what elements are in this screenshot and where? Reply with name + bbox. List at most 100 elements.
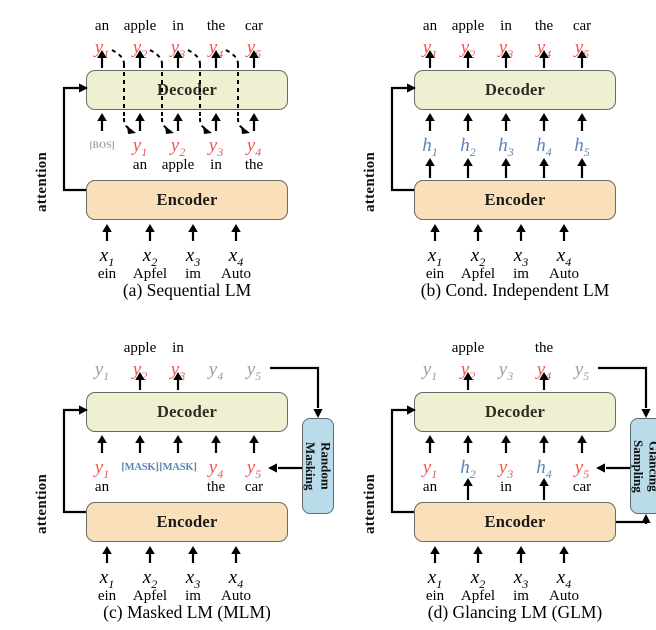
enc-in-token-a-2: x2 (142, 245, 158, 269)
top-word-b-1: an (422, 18, 438, 34)
dec-in-token-b-3: h3 (498, 135, 514, 159)
top-word-a-2: apple (123, 18, 157, 34)
arrow-encoder-in-d-2 (473, 546, 483, 563)
enc-in-token-b-3: x3 (513, 245, 529, 269)
top-word-a-4: the (206, 18, 226, 34)
encoder-box-c: Encoder (86, 502, 288, 542)
arrow-decoder-in-d-5 (577, 435, 587, 453)
top-token-d-3: y3 (498, 359, 514, 383)
dec-in-token-b-4: h4 (536, 135, 552, 159)
arrow-decoder-in-b-2 (463, 113, 473, 131)
dec-in-token-c-5: y5 (246, 457, 262, 481)
dec-in-token-a-5: y4 (246, 135, 262, 159)
sidebox-d[interactable]: Glancing Sampling (630, 418, 656, 514)
arrow-decoder-in-b-5 (577, 113, 587, 131)
panel-caption-b: (b) Cond. Independent LM (420, 280, 610, 300)
attention-label-a: attention (34, 151, 50, 212)
arrow-decoder-in-a-3 (173, 113, 183, 131)
enc-in-token-a-3: x3 (185, 245, 201, 269)
arrow-encoder-in-a-1 (102, 224, 112, 241)
arrow-encoder-out-d-2 (463, 478, 473, 500)
arrow-decoder-in-b-4 (539, 113, 549, 131)
arrow-decoder-in-a-1 (97, 113, 107, 131)
top-word-a-1: an (94, 18, 110, 34)
decoder-box-a: Decoder (86, 70, 288, 110)
decoder-label-a: Decoder (156, 80, 218, 99)
enc-in-token-d-1: x1 (427, 567, 443, 591)
top-token-a-2: y2 (132, 37, 148, 61)
arrow-encoder-out-b-4 (539, 158, 549, 178)
top-token-c-3: y3 (170, 359, 186, 383)
panel-caption-a: (a) Sequential LM (122, 280, 252, 300)
arrow-encoder-in-c-3 (188, 546, 198, 563)
top-word-d-4: the (534, 340, 554, 356)
arrow-decoder-in-c-3 (173, 435, 183, 453)
dec-in-token-a-4: y3 (208, 135, 224, 159)
top-token-b-3: y3 (498, 37, 514, 61)
encoder-label-a: Encoder (156, 190, 218, 209)
dec-in-word-d-3: in (500, 479, 512, 495)
attention-label-b: attention (362, 151, 378, 212)
arrow-encoder-in-a-4 (231, 224, 241, 241)
decoder-box-c: Decoder (86, 392, 288, 432)
arrow-encoder-in-d-1 (430, 546, 440, 563)
dec-in-token-b-2: h2 (460, 135, 476, 159)
decoder-box-d: Decoder (414, 392, 616, 432)
encoder-box-a: Encoder (86, 180, 288, 220)
decoder-box-b: Decoder (414, 70, 616, 110)
arrow-encoder-in-c-4 (231, 546, 241, 563)
arrow-encoder-out-b-5 (577, 158, 587, 178)
decoder-label-b: Decoder (484, 80, 546, 99)
arrow-decoder-in-b-1 (425, 113, 435, 131)
encoder-box-d: Encoder (414, 502, 616, 542)
arrow-decoder-in-a-2 (135, 113, 145, 131)
enc-in-token-b-4: x4 (556, 245, 572, 269)
arrow-encoder-out-b-1 (425, 158, 435, 178)
sidebox-label-c: Random Masking (303, 441, 334, 491)
arrow-encoder-in-a-2 (145, 224, 155, 241)
top-token-c-4: y4 (208, 359, 224, 383)
top-word-a-5: car (244, 18, 264, 34)
dec-in-token-b-1: h1 (422, 135, 438, 159)
arrow-encoder-out-d-4 (539, 478, 549, 500)
dec-in-word-c-4: the (206, 479, 226, 495)
dec-in-token-c-3: [MASK] (159, 462, 197, 473)
enc-in-token-b-2: x2 (470, 245, 486, 269)
arrow-decoder-in-a-5 (249, 113, 259, 131)
dec-in-word-a-2: an (132, 157, 148, 173)
enc-in-token-c-2: x2 (142, 567, 158, 591)
top-token-d-5: y5 (574, 359, 590, 383)
arrow-encoder-in-c-1 (102, 546, 112, 563)
sidebox-c[interactable]: Random Masking (302, 418, 334, 514)
attention-label-c: attention (34, 473, 50, 534)
panel-caption-c: (c) Masked LM (MLM) (103, 602, 271, 622)
enc-in-token-b-1: x1 (427, 245, 443, 269)
enc-in-token-d-2: x2 (470, 567, 486, 591)
top-token-b-2: y2 (460, 37, 476, 61)
dec-in-word-a-5: the (244, 157, 264, 173)
dec-in-word-d-1: an (422, 479, 438, 495)
arrow-encoder-in-a-3 (188, 224, 198, 241)
top-word-b-5: car (572, 18, 592, 34)
dec-in-token-a-1: [BOS] (89, 141, 115, 151)
arrow-encoder-in-c-2 (145, 546, 155, 563)
enc-in-token-d-4: x4 (556, 567, 572, 591)
arrow-encoder-in-b-1 (430, 224, 440, 241)
top-token-c-1: y1 (94, 359, 110, 383)
top-token-b-4: y4 (536, 37, 552, 61)
dec-in-token-a-3: y2 (170, 135, 186, 159)
dec-in-word-a-3: apple (161, 157, 195, 173)
dec-in-word-c-1: an (94, 479, 110, 495)
dec-in-token-d-1: y1 (422, 457, 438, 481)
dec-in-token-b-5: h5 (574, 135, 590, 159)
dec-in-token-d-3: y3 (498, 457, 514, 481)
dec-in-token-d-2: h2 (460, 457, 476, 481)
top-token-d-2: y2 (460, 359, 476, 383)
arrow-decoder-in-a-4 (211, 113, 221, 131)
top-token-c-5: y5 (246, 359, 262, 383)
dec-in-token-d-4: h4 (536, 457, 552, 481)
encoder-box-b: Encoder (414, 180, 616, 220)
panel-b: an y1 apple y2 in y3 the y4 car y5 Decoder h1 h2 h3 h4… (358, 8, 630, 308)
arrow-decoder-in-b-3 (501, 113, 511, 131)
arrow-decoder-in-c-2 (135, 435, 145, 453)
